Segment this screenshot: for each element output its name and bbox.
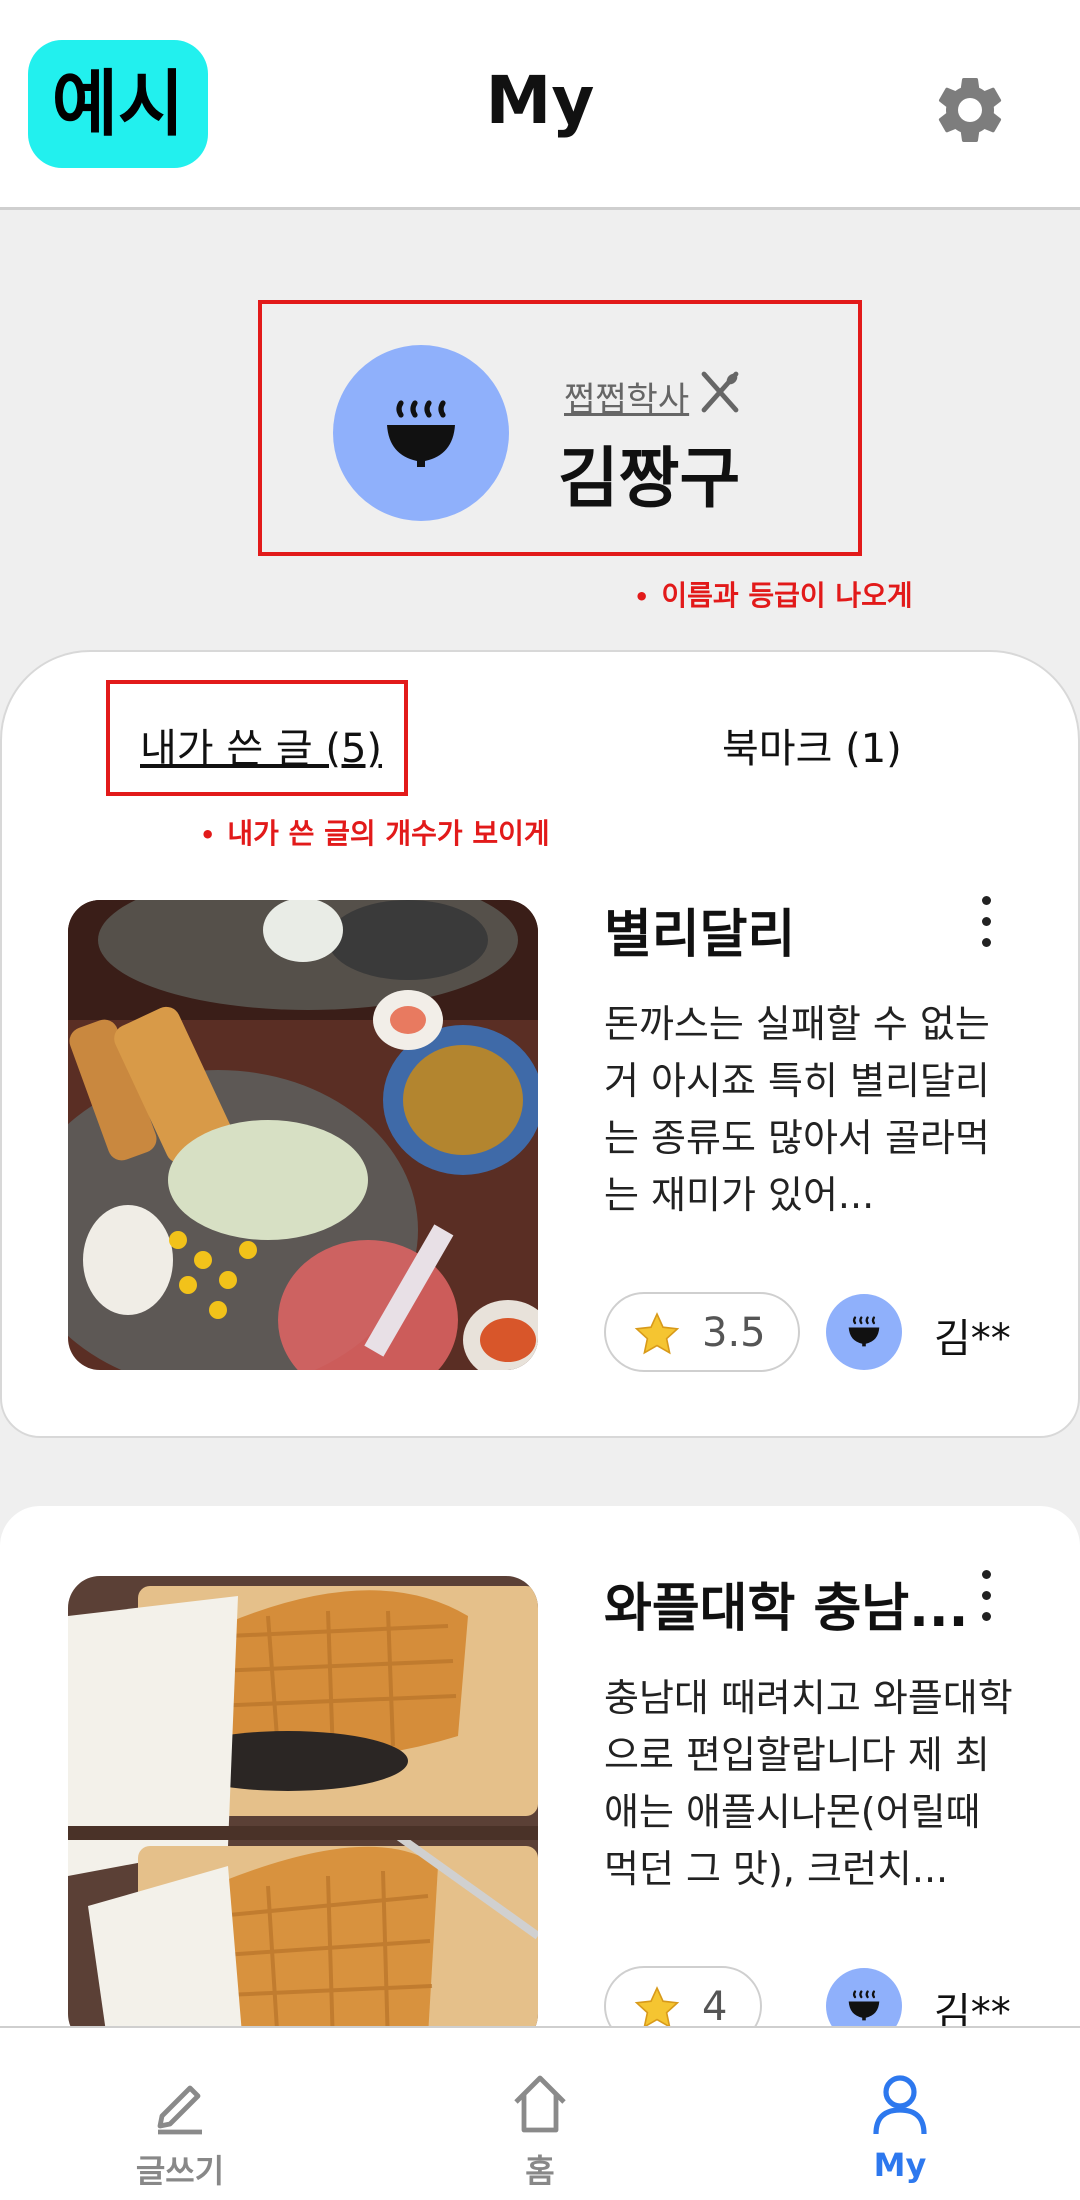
tab-annotation-note: • 내가 쓴 글의 개수가 보이게 (200, 812, 550, 852)
profile-avatar (333, 345, 509, 521)
rice-bowl-icon (848, 1990, 880, 2021)
post-title[interactable]: 별리달리 (604, 892, 795, 967)
profile-note-text: 이름과 등급이 나오게 (661, 579, 913, 612)
post-title[interactable]: 와플대학 충남... (604, 1566, 968, 1641)
nav-item-home[interactable]: 홈 (360, 2028, 720, 2200)
rating-badge: 3.5 (604, 1292, 800, 1372)
nav-label: 홈 (525, 2152, 555, 2190)
rice-bowl-icon (387, 400, 455, 467)
more-options-icon[interactable] (976, 1570, 996, 1630)
nav-item-write[interactable]: 글쓰기 (0, 2028, 360, 2200)
tab-bookmarks[interactable]: 북마크 (1) (722, 716, 902, 774)
profile-annotation-note: • 이름과 등급이 나오게 (634, 574, 913, 614)
more-options-icon[interactable] (976, 896, 996, 956)
waffle-photo (68, 1576, 538, 2046)
rating-value: 4 (702, 1984, 728, 2030)
user-grade: 쩝쩝학사 (564, 380, 690, 420)
app-header: 예시 My (0, 0, 1080, 210)
user-name: 김짱구 (558, 440, 741, 517)
bottom-nav: 글쓰기 홈 My (0, 2026, 1080, 2200)
author-avatar (826, 1294, 902, 1370)
nav-item-my[interactable]: My (720, 2028, 1080, 2200)
post-excerpt: 충남대 때려치고 와플대학으로 편입할랍니다 제 최애는 애플시나몬(어릴때 먹… (604, 1676, 1013, 1891)
rice-bowl-icon (848, 1316, 880, 1347)
home-icon (514, 2075, 566, 2133)
gear-icon[interactable] (930, 70, 1010, 150)
person-icon (873, 2075, 927, 2135)
page-title: My (485, 62, 595, 139)
tab-note-text: 내가 쓴 글의 개수가 보이게 (227, 817, 550, 850)
star-icon (634, 1312, 680, 1355)
pencil-icon (157, 2085, 202, 2135)
post-thumbnail[interactable] (68, 900, 538, 1370)
tab-my-posts[interactable]: 내가 쓴 글 (5) (140, 716, 382, 774)
post-excerpt: 돈까스는 실패할 수 없는 거 아시죠 특히 별리달리는 종류도 많아서 골라먹… (604, 1002, 990, 1217)
tonkatsu-photo (68, 900, 538, 1370)
author-name: 김** (934, 1316, 1011, 1362)
post-thumbnail[interactable] (68, 1576, 538, 2046)
bullet-dot: • (200, 821, 216, 849)
fork-knife-icon (701, 371, 739, 413)
bullet-dot: • (634, 583, 650, 611)
nav-label: 글쓰기 (135, 2152, 225, 2190)
nav-label: My (873, 2146, 927, 2184)
rating-value: 3.5 (702, 1310, 766, 1356)
star-icon (634, 1986, 680, 2029)
